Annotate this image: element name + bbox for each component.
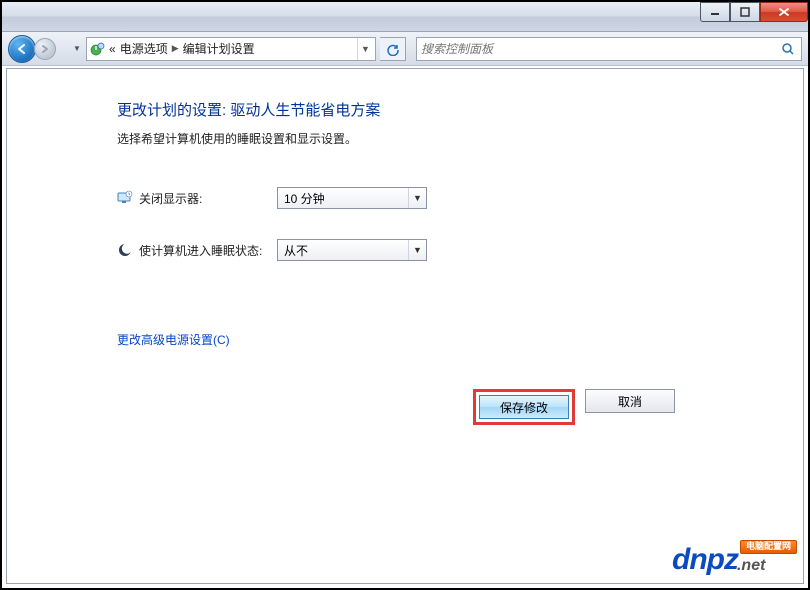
chevron-right-icon: ▶ [172, 43, 179, 54]
address-bar[interactable]: « 电源选项 ▶ 编辑计划设置 ▼ [86, 37, 376, 61]
breadcrumb-item-1[interactable]: 电源选项 [120, 40, 168, 57]
highlight-box: 保存修改 [473, 389, 575, 425]
watermark-brand: dnpz [672, 543, 738, 577]
breadcrumb-prefix: « [109, 42, 116, 56]
chevron-down-icon: ▼ [408, 188, 426, 208]
save-button[interactable]: 保存修改 [479, 395, 569, 419]
close-icon [778, 7, 790, 17]
search-box[interactable] [416, 37, 802, 61]
cancel-button[interactable]: 取消 [585, 389, 675, 413]
maximize-icon [740, 7, 750, 17]
row-sleep: 使计算机进入睡眠状态: 从不 ▼ [117, 239, 683, 261]
sleep-value: 从不 [284, 242, 308, 259]
moon-icon [117, 242, 133, 258]
watermark-tag: 电脑配置网 [740, 540, 797, 554]
maximize-button[interactable] [730, 2, 760, 22]
chevron-down-icon: ▼ [408, 240, 426, 260]
arrow-right-icon [40, 44, 50, 54]
nav-row: ▼ « 电源选项 ▶ 编辑计划设置 ▼ [2, 32, 808, 66]
arrow-left-icon [15, 42, 29, 56]
back-button[interactable] [8, 35, 36, 63]
breadcrumb-item-2[interactable]: 编辑计划设置 [183, 40, 255, 57]
minimize-button[interactable] [700, 2, 730, 22]
display-off-combo[interactable]: 10 分钟 ▼ [277, 187, 427, 209]
search-icon [779, 42, 797, 56]
minimize-icon [710, 7, 720, 17]
search-input[interactable] [421, 42, 779, 56]
page-heading: 更改计划的设置: 驱动人生节能省电方案 [117, 99, 683, 120]
action-row: 保存修改 取消 [117, 389, 683, 425]
close-button[interactable] [760, 2, 808, 22]
display-off-label: 关闭显示器: [139, 190, 202, 207]
watermark: dnpz 电脑配置网 .net [672, 540, 797, 577]
window-controls [700, 2, 808, 22]
display-off-value: 10 分钟 [284, 190, 325, 207]
refresh-button[interactable] [380, 37, 406, 61]
breadcrumb: « 电源选项 ▶ 编辑计划设置 [109, 40, 255, 57]
refresh-icon [386, 42, 400, 56]
nav-buttons [8, 35, 68, 63]
address-dropdown[interactable]: ▼ [357, 38, 373, 60]
nav-history-dropdown[interactable]: ▼ [72, 35, 82, 63]
forward-button[interactable] [34, 38, 56, 60]
advanced-settings-link[interactable]: 更改高级电源设置(C) [117, 331, 230, 348]
titlebar [2, 2, 808, 32]
power-plan-icon [89, 41, 107, 57]
watermark-suffix: .net [737, 557, 765, 575]
page-subtext: 选择希望计算机使用的睡眠设置和显示设置。 [117, 130, 683, 147]
sleep-combo[interactable]: 从不 ▼ [277, 239, 427, 261]
content-panel: 更改计划的设置: 驱动人生节能省电方案 选择希望计算机使用的睡眠设置和显示设置。… [6, 68, 804, 584]
row-display-off: 关闭显示器: 10 分钟 ▼ [117, 187, 683, 209]
monitor-icon [117, 190, 133, 206]
content-inner: 更改计划的设置: 驱动人生节能省电方案 选择希望计算机使用的睡眠设置和显示设置。… [7, 69, 803, 435]
sleep-label: 使计算机进入睡眠状态: [139, 242, 262, 259]
window: ▼ « 电源选项 ▶ 编辑计划设置 ▼ 更改计划的设置: 驱动人生节 [0, 0, 810, 590]
